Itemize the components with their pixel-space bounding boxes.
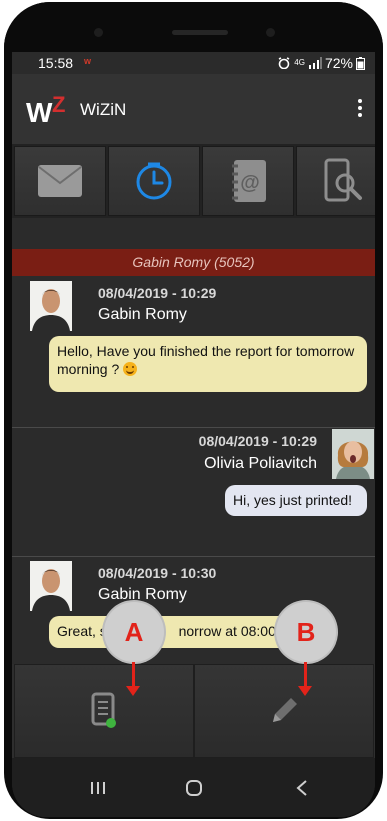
network-type: 4G bbox=[294, 58, 305, 67]
tab-history[interactable] bbox=[108, 146, 200, 216]
avatar bbox=[30, 561, 72, 611]
app-title: WiZiN bbox=[80, 100, 127, 119]
message-text-start: Great, s bbox=[57, 623, 107, 639]
compose-button[interactable] bbox=[194, 664, 374, 758]
wizin-logo: W Z bbox=[26, 92, 65, 128]
clock-icon bbox=[136, 162, 172, 200]
callout-b-arrowhead bbox=[298, 686, 312, 696]
svg-text:Z: Z bbox=[52, 92, 65, 117]
message-sender: Olivia Poliavitch bbox=[204, 455, 317, 472]
message-date: 08/04/2019 - 10:30 bbox=[98, 565, 217, 581]
smiley-emoji-icon bbox=[123, 362, 138, 376]
system-nav-bar bbox=[12, 758, 375, 817]
message-sender: Gabin Romy bbox=[98, 306, 187, 323]
avatar bbox=[30, 281, 72, 331]
back-button[interactable] bbox=[262, 758, 342, 817]
message-sender: Gabin Romy bbox=[98, 586, 187, 603]
earpiece bbox=[172, 30, 228, 35]
app-bar: W Z WiZiN bbox=[12, 74, 375, 144]
home-button[interactable] bbox=[154, 758, 234, 817]
message-bubble[interactable]: Hello, Have you finished the report for … bbox=[49, 336, 367, 392]
home-icon bbox=[186, 779, 202, 796]
callout-a: A bbox=[104, 602, 164, 662]
w-icon: w bbox=[84, 56, 92, 66]
sensor-icon bbox=[94, 28, 103, 37]
status-icons: 4G 72% bbox=[277, 55, 365, 71]
message-divider bbox=[12, 556, 375, 557]
status-bar: 15:58 w 4G 72% bbox=[12, 52, 375, 74]
status-time: 15:58 bbox=[38, 55, 74, 71]
signal-icon bbox=[308, 57, 322, 69]
address-book-icon: @ bbox=[232, 160, 266, 202]
tab-directory-search[interactable] bbox=[296, 146, 375, 216]
phone-frame: 15:58 w 4G 72% W Z WiZiN @ Gabin Romy (5… bbox=[4, 2, 383, 819]
compose-icon bbox=[273, 698, 297, 722]
recent-apps-button[interactable] bbox=[58, 758, 138, 817]
callout-a-arrow bbox=[132, 662, 135, 688]
message-date: 08/04/2019 - 10:29 bbox=[98, 285, 217, 301]
tab-messages[interactable] bbox=[14, 146, 106, 216]
callout-b: B bbox=[276, 602, 336, 662]
tab-contacts[interactable]: @ bbox=[202, 146, 294, 216]
tab-bar: @ bbox=[12, 144, 375, 218]
message-bubble[interactable]: Hi, yes just printed! bbox=[225, 485, 367, 516]
top-bezel bbox=[4, 2, 383, 54]
message-bubble[interactable]: Great, s norrow at 08:00 bbox=[49, 616, 309, 648]
recent-apps-icon bbox=[91, 781, 105, 794]
avatar bbox=[332, 429, 374, 479]
battery-icon bbox=[356, 56, 365, 70]
phone-search-icon bbox=[324, 158, 362, 202]
screen: 15:58 w 4G 72% W Z WiZiN @ Gabin Romy (5… bbox=[12, 52, 375, 817]
templates-icon bbox=[91, 692, 116, 728]
message-text: Hi, yes just printed! bbox=[233, 492, 353, 508]
overflow-menu-icon[interactable] bbox=[351, 96, 369, 122]
message-divider bbox=[12, 427, 375, 428]
message-text-end: norrow at 08:00 bbox=[178, 623, 276, 639]
back-icon bbox=[296, 779, 307, 796]
conversation-header: Gabin Romy (5052) bbox=[12, 249, 375, 276]
battery-percent: 72% bbox=[324, 55, 353, 71]
bottom-actions bbox=[12, 664, 375, 758]
svg-text:W: W bbox=[26, 97, 53, 128]
front-camera-icon bbox=[266, 28, 275, 37]
templates-button[interactable] bbox=[14, 664, 194, 758]
alarm-icon bbox=[278, 57, 290, 69]
mail-icon bbox=[38, 165, 82, 197]
svg-text:@: @ bbox=[240, 172, 260, 194]
callout-b-arrow bbox=[304, 662, 307, 688]
message-text: Hello, Have you finished the report for … bbox=[57, 343, 355, 377]
callout-a-arrowhead bbox=[126, 686, 140, 696]
message-date: 08/04/2019 - 10:29 bbox=[198, 433, 317, 449]
